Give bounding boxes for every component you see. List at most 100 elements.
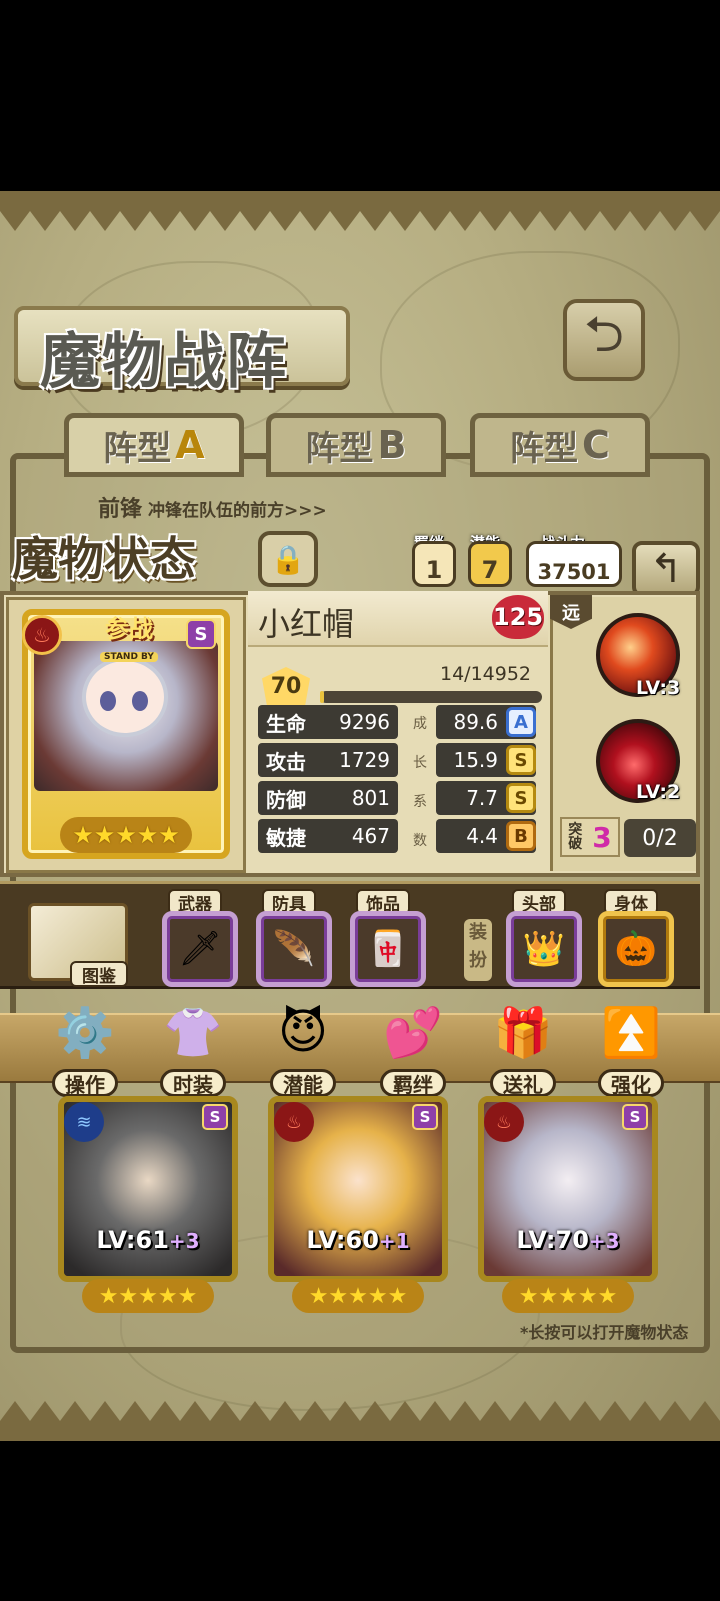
body-slot[interactable]: 🎃: [598, 911, 674, 987]
upgrade-arrows-icon: ⏫: [601, 1004, 661, 1061]
pumpkin-icon: 🎃: [614, 929, 658, 969]
fashion-button[interactable]: 👚 时装: [150, 997, 236, 1097]
tab-letter: B: [377, 423, 407, 467]
hearts-icon: 💕: [383, 1004, 443, 1061]
team-member-card[interactable]: ♨ S LV:70+3: [478, 1096, 658, 1282]
growth-grade-badge: S: [506, 783, 536, 813]
top-zigzag-border: [0, 191, 720, 231]
back-button[interactable]: ⮌: [563, 299, 645, 381]
tab-letter: A: [175, 423, 205, 467]
tab-letter: C: [582, 423, 610, 467]
eye: [132, 691, 148, 711]
fire-element-icon: ♨: [274, 1102, 314, 1142]
growth-grade-badge: S: [506, 745, 536, 775]
member-level: LV:70+3: [516, 1226, 620, 1254]
tab-formation-a[interactable]: 阵型 A: [64, 413, 244, 477]
exp-bar-fill: [320, 691, 325, 703]
breakthrough-label: 突破: [568, 822, 583, 852]
grade-badge: S: [202, 1104, 228, 1130]
weapon-slot[interactable]: 🗡: [162, 911, 238, 987]
formation-row-label: 前锋 冲锋在队伍的前方>>>: [98, 497, 327, 522]
breakthrough-value: 3: [592, 820, 612, 854]
lock-button[interactable]: 🔒: [258, 531, 318, 587]
potential-value: 7: [468, 541, 512, 587]
armor-icon: 🪶: [272, 929, 316, 969]
standby-subtext: STAND BY: [100, 652, 158, 662]
member-level: LV:60+1: [306, 1226, 410, 1254]
star-rating: ★★★★★: [502, 1279, 634, 1313]
exp-text: 14/14952: [440, 663, 532, 685]
outfit-icon: 👚: [163, 1004, 223, 1061]
action-label: 操作: [52, 1069, 118, 1097]
action-label: 时装: [160, 1069, 226, 1097]
tab-label: 阵型: [103, 428, 172, 469]
return-arrow-icon: ↰: [649, 546, 683, 592]
stat-row-agility: 敏捷 467: [258, 819, 398, 853]
skill-level: LV:3: [636, 677, 681, 699]
dress-up-label: 装扮: [464, 919, 492, 981]
action-label: 羁绊: [380, 1069, 446, 1097]
operate-button[interactable]: ⚙️ 操作: [42, 997, 128, 1097]
gift-icon: 🎁: [493, 1004, 553, 1061]
standby-banner: 参战 STAND BY: [74, 609, 184, 663]
growth-label-col: 成长系数: [413, 716, 427, 849]
accessory-icon: 🀄: [366, 929, 410, 969]
tab-label: 阵型: [305, 428, 374, 469]
stat-row-hp: 生命 9296: [258, 705, 398, 739]
breakthrough-counter: 突破 3: [560, 817, 620, 857]
standby-text: 参战: [105, 615, 153, 643]
fire-element-icon: ♨: [22, 615, 62, 655]
upgrade-button[interactable]: ⏫ 强化: [588, 997, 674, 1097]
status-title: 魔物状态: [12, 532, 196, 586]
lock-icon: 🔒: [270, 542, 306, 576]
action-label: 送礼: [490, 1069, 556, 1097]
growth-grade-badge: B: [506, 821, 536, 851]
page-title: 魔物战阵: [40, 327, 288, 397]
tab-label: 阵型: [510, 428, 579, 469]
grade-badge: S: [186, 619, 216, 649]
star-rating: ★★★★★: [292, 1279, 424, 1313]
fire-element-icon: ♨: [484, 1102, 524, 1142]
atlas-label: 图鉴: [70, 961, 128, 987]
star-rating: ★★★★★: [82, 1279, 214, 1313]
armor-slot[interactable]: 🪶: [256, 911, 332, 987]
crown-icon: 👑: [522, 929, 566, 969]
demon-icon: 😈: [277, 1004, 329, 1060]
grade-badge: S: [412, 1104, 438, 1130]
power-value: 37501: [526, 541, 622, 587]
team-member-card[interactable]: ♨ S LV:60+1: [268, 1096, 448, 1282]
tab-formation-b[interactable]: 阵型 B: [266, 413, 446, 477]
hint-text: *长按可以打开魔物状态: [520, 1323, 689, 1342]
eye: [100, 691, 116, 711]
character-face: [82, 657, 168, 737]
star-rating: ★★★★★: [60, 817, 192, 853]
weapon-icon: 🗡: [178, 929, 222, 969]
gift-button[interactable]: 🎁 送礼: [480, 997, 566, 1097]
character-name: 小红帽: [258, 605, 355, 643]
accessory-slot[interactable]: 🀄: [350, 911, 426, 987]
tab-formation-c[interactable]: 阵型 C: [470, 413, 650, 477]
breakthrough-progress: 0/2: [624, 819, 696, 857]
bond-value: 1: [412, 541, 456, 587]
growth-grade-badge: A: [506, 707, 536, 737]
game-screen: 魔物战阵 ⮌ 阵型 A 阵型 B 阵型 C 前锋 冲锋在队伍的前方>>> 魔物状态 🔒 …: [0, 191, 720, 1441]
head-slot[interactable]: 👑: [506, 911, 582, 987]
stat-row-defense: 防御 801: [258, 781, 398, 815]
bond-button[interactable]: 💕 羁绊: [370, 997, 456, 1097]
member-level: LV:61+3: [96, 1226, 200, 1254]
action-label: 强化: [598, 1069, 664, 1097]
return-arrow-icon: ⮌: [583, 304, 625, 363]
bottom-zigzag-border: [0, 1401, 720, 1441]
gear-icon: ⚙️: [55, 1004, 115, 1061]
formation-row-hint: 冲锋在队伍的前方>>>: [148, 501, 327, 521]
water-element-icon: ≋: [64, 1102, 104, 1142]
stat-row-attack: 攻击 1729: [258, 743, 398, 777]
grade-badge: S: [622, 1104, 648, 1130]
close-status-button[interactable]: ↰: [632, 541, 700, 597]
team-member-card[interactable]: ≋ S LV:61+3: [58, 1096, 238, 1282]
exp-bar: [320, 691, 542, 703]
rank-heart-badge: 125: [492, 595, 544, 639]
action-label: 潜能: [270, 1069, 336, 1097]
skill-level: LV:2: [636, 781, 681, 803]
potential-button[interactable]: 😈 潜能: [260, 997, 346, 1097]
